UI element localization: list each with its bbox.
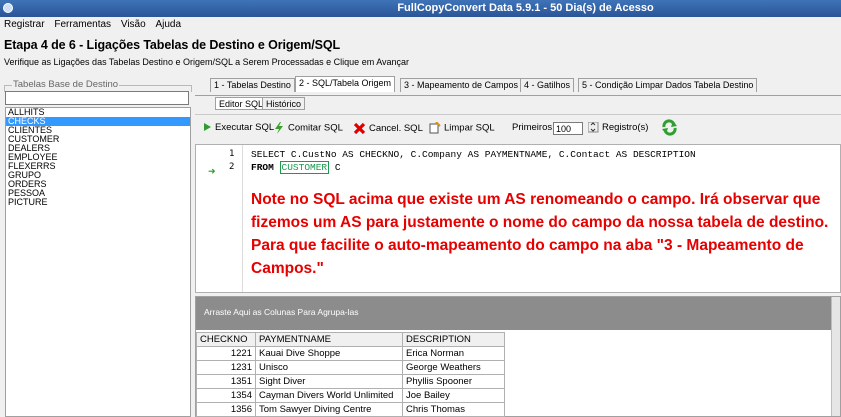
table-item-picture[interactable]: PICTURE bbox=[6, 198, 190, 207]
subtab-editor-sql[interactable]: Editor SQL bbox=[215, 97, 268, 110]
tab-sql-tabela-origem[interactable]: 2 - SQL/Tabela Origem bbox=[295, 76, 396, 92]
menu-registrar[interactable]: Registrar bbox=[0, 17, 48, 30]
cell-description[interactable]: Joe Bailey bbox=[402, 388, 505, 403]
first-records-label: Primeiros: bbox=[512, 122, 555, 133]
cell-description[interactable]: Phyllis Spooner bbox=[402, 374, 505, 389]
tables-group-label: Tabelas Base de Destino bbox=[12, 79, 120, 90]
results-table: CHECKNO PAYMENTNAME DESCRIPTION 1221 Kau… bbox=[196, 332, 505, 417]
table-row[interactable]: 1351 Sight Diver Phyllis Spooner bbox=[196, 374, 505, 389]
table-search-input[interactable] bbox=[5, 91, 189, 105]
cell-checkno[interactable]: 1221 bbox=[196, 346, 256, 361]
first-records-input[interactable]: 100 bbox=[553, 122, 583, 135]
sql-line-2: FROM CUSTOMER C bbox=[251, 161, 341, 174]
current-line-arrow-icon: ➜ bbox=[208, 166, 216, 176]
sql-editor[interactable]: 1 ➜ 2 SELECT C.CustNo AS CHECKNO, C.Comp… bbox=[195, 144, 841, 293]
sql-line-1: SELECT C.CustNo AS CHECKNO, C.Company AS… bbox=[251, 149, 696, 160]
table-row[interactable]: 1221 Kauai Dive Shoppe Erica Norman bbox=[196, 346, 505, 361]
line-gutter: 1 ➜ 2 bbox=[196, 145, 243, 292]
cell-description[interactable]: Erica Norman bbox=[402, 346, 505, 361]
menu-visao[interactable]: Visão bbox=[117, 17, 149, 30]
menu-ferramentas[interactable]: Ferramentas bbox=[50, 17, 114, 30]
execute-sql-button[interactable]: Executar SQL bbox=[203, 122, 274, 133]
cell-checkno[interactable]: 1356 bbox=[196, 402, 256, 417]
grid-vertical-scrollbar[interactable] bbox=[831, 297, 840, 416]
table-row[interactable]: 1231 Unisco George Weathers bbox=[196, 360, 505, 375]
cell-description[interactable]: George Weathers bbox=[402, 360, 505, 375]
table-row[interactable]: 1356 Tom Sawyer Diving Centre Chris Thom… bbox=[196, 402, 505, 417]
sql-alias: C bbox=[334, 162, 341, 173]
sql-from-keyword: FROM bbox=[251, 162, 274, 173]
column-header-description[interactable]: DESCRIPTION bbox=[402, 332, 505, 347]
records-label: Registro(s) bbox=[602, 122, 649, 134]
cell-checkno[interactable]: 1351 bbox=[196, 374, 256, 389]
cell-checkno[interactable]: 1354 bbox=[196, 388, 256, 403]
line-number-1: 1 bbox=[229, 149, 235, 159]
menu-ajuda[interactable]: Ajuda bbox=[151, 17, 184, 30]
cell-description[interactable]: Chris Thomas bbox=[402, 402, 505, 417]
subtab-historico[interactable]: Histórico bbox=[262, 97, 306, 110]
sql-table-name: CUSTOMER bbox=[279, 161, 330, 174]
records-spinner[interactable]: Registro(s) bbox=[588, 122, 648, 133]
tab-divider bbox=[195, 95, 841, 96]
cell-paymentname[interactable]: Unisco bbox=[255, 360, 403, 375]
clear-page-icon bbox=[429, 122, 441, 134]
execute-sql-label: Executar SQL bbox=[215, 122, 275, 133]
refresh-icon[interactable] bbox=[661, 119, 678, 136]
commit-sql-label: Comitar SQL bbox=[288, 122, 343, 134]
cell-paymentname[interactable]: Kauai Dive Shoppe bbox=[255, 346, 403, 361]
window-title: FullCopyConvert Data 5.9.1 - 50 Dia(s) d… bbox=[397, 2, 654, 14]
results-grid[interactable]: Arraste Aqui as Colunas Para Agrupa-las … bbox=[195, 296, 841, 417]
annotation-note: Note no SQL acima que existe um AS renom… bbox=[251, 191, 829, 277]
lightning-icon bbox=[275, 122, 283, 134]
tab-mapeamento-campos[interactable]: 3 - Mapeamento de Campos bbox=[400, 78, 523, 92]
spinner-arrows-icon bbox=[588, 122, 599, 133]
column-header-checkno[interactable]: CHECKNO bbox=[196, 332, 256, 347]
cell-paymentname[interactable]: Tom Sawyer Diving Centre bbox=[255, 402, 403, 417]
cell-checkno[interactable]: 1231 bbox=[196, 360, 256, 375]
clear-sql-button[interactable]: Limpar SQL bbox=[429, 122, 495, 134]
destination-table-list[interactable]: ALLHITS CHECKS CLIENTES CUSTOMER DEALERS… bbox=[5, 107, 191, 417]
clear-sql-label: Limpar SQL bbox=[444, 122, 495, 134]
tab-tabelas-destino[interactable]: 1 - Tabelas Destino bbox=[210, 78, 295, 92]
group-by-hint: Arraste Aqui as Colunas Para Agrupa-las bbox=[204, 307, 359, 317]
cancel-sql-label: Cancel. SQL bbox=[369, 123, 423, 135]
title-bar: FullCopyConvert Data 5.9.1 - 50 Dia(s) d… bbox=[0, 0, 841, 17]
tab-gatilhos[interactable]: 4 - Gatilhos bbox=[520, 78, 575, 92]
menu-bar: Registrar Ferramentas Visão Ajuda bbox=[0, 17, 841, 33]
table-row[interactable]: 1354 Cayman Divers World Unlimited Joe B… bbox=[196, 388, 505, 403]
cancel-sql-button[interactable]: Cancel. SQL bbox=[353, 122, 423, 135]
step-title: Etapa 4 de 6 - Ligações Tabelas de Desti… bbox=[4, 38, 341, 52]
cancel-x-icon bbox=[353, 122, 366, 135]
commit-sql-button[interactable]: Comitar SQL bbox=[273, 122, 343, 134]
column-header-paymentname[interactable]: PAYMENTNAME bbox=[255, 332, 403, 347]
play-icon bbox=[204, 123, 211, 132]
line-number-2: 2 bbox=[229, 162, 235, 172]
step-subtitle: Verifique as Ligações das Tabelas Destin… bbox=[4, 57, 410, 67]
main-panel: 1 - Tabelas Destino 2 - SQL/Tabela Orige… bbox=[195, 76, 841, 417]
cell-paymentname[interactable]: Cayman Divers World Unlimited bbox=[255, 388, 403, 403]
cell-paymentname[interactable]: Sight Diver bbox=[255, 374, 403, 389]
group-by-area[interactable]: Arraste Aqui as Colunas Para Agrupa-las bbox=[196, 297, 834, 330]
tab-condicao-limpar[interactable]: 5 - Condição Limpar Dados Tabela Destino bbox=[578, 78, 758, 92]
